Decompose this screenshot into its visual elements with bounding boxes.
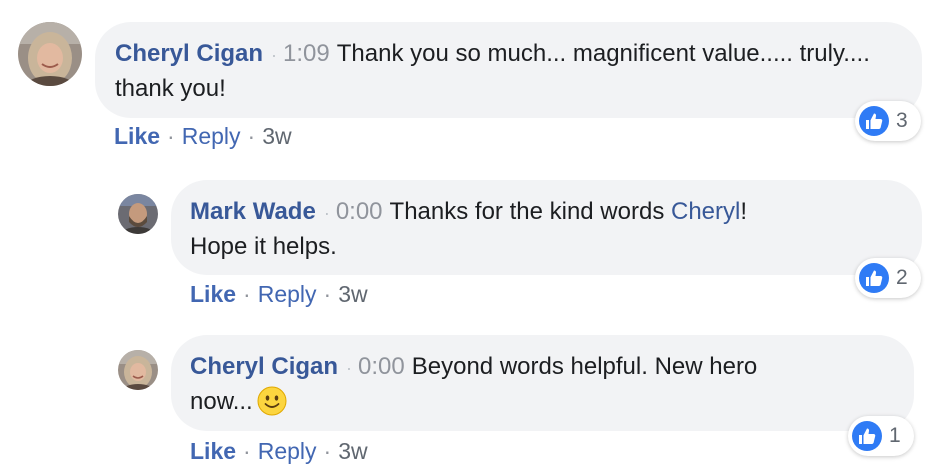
comment-bubble: Cheryl Cigan · 1:09 Thank you so much... ma… xyxy=(95,22,922,118)
reaction-count: 3 xyxy=(896,109,908,132)
thumbs-up-icon xyxy=(852,421,882,451)
reply-link[interactable]: Reply xyxy=(182,123,241,149)
avatar[interactable] xyxy=(18,22,82,86)
separator-dot: · xyxy=(323,438,332,464)
comment-bubble: Mark Wade · 0:00 Thanks for the kind words … xyxy=(171,180,922,275)
thumbs-up-icon xyxy=(859,263,889,293)
comment-actions: Like · Reply · 3w xyxy=(190,279,368,309)
reply-link[interactable]: Reply xyxy=(258,281,317,307)
separator-dot: · xyxy=(167,123,175,149)
smiley-face-icon xyxy=(257,386,287,416)
reaction-badge[interactable]: 3 xyxy=(855,101,921,141)
comment-text-line2: Hope it helps. xyxy=(190,233,337,260)
separator-dot: · xyxy=(346,358,353,378)
like-link[interactable]: Like xyxy=(190,438,236,464)
reaction-count: 2 xyxy=(896,266,908,289)
comment-bubble: Cheryl Cigan · 0:00 Beyond words helpful. N… xyxy=(171,335,914,431)
comment-author[interactable]: Cheryl Cigan xyxy=(115,40,263,67)
video-timestamp[interactable]: 0:00 xyxy=(358,353,405,380)
like-link[interactable]: Like xyxy=(114,123,160,149)
avatar[interactable] xyxy=(118,350,158,390)
comment-actions: Like · Reply · 3w xyxy=(114,121,292,151)
comment-thread: Cheryl Cigan · 1:09 Thank you so much... ma… xyxy=(0,0,936,472)
reaction-badge[interactable]: 2 xyxy=(855,258,921,298)
comment-text: Beyond words helpful. New hero xyxy=(411,353,758,380)
like-link[interactable]: Like xyxy=(190,281,236,307)
separator-dot: · xyxy=(271,45,278,65)
separator-dot: · xyxy=(247,123,256,149)
comment-actions: Like · Reply · 3w xyxy=(190,436,368,466)
reaction-count: 1 xyxy=(889,424,901,447)
comment-text: ! xyxy=(740,198,748,225)
comment-text-line2: now... xyxy=(190,388,253,415)
separator-dot: · xyxy=(323,281,332,307)
comment-age[interactable]: 3w xyxy=(338,281,367,307)
comment-author[interactable]: Mark Wade xyxy=(190,198,316,225)
separator-dot: · xyxy=(243,438,251,464)
separator-dot: · xyxy=(243,281,251,307)
thumbs-up-icon xyxy=(859,106,889,136)
comment-age[interactable]: 3w xyxy=(262,123,291,149)
video-timestamp[interactable]: 1:09 xyxy=(283,40,330,67)
comment-text: Thanks for the kind words xyxy=(389,198,671,225)
reaction-badge[interactable]: 1 xyxy=(848,416,914,456)
video-timestamp[interactable]: 0:00 xyxy=(336,198,383,225)
reply-link[interactable]: Reply xyxy=(258,438,317,464)
avatar[interactable] xyxy=(118,194,158,234)
separator-dot: · xyxy=(323,203,330,223)
mention-link[interactable]: Cheryl xyxy=(671,198,740,225)
comment-age[interactable]: 3w xyxy=(338,438,367,464)
comment-author[interactable]: Cheryl Cigan xyxy=(190,353,338,380)
